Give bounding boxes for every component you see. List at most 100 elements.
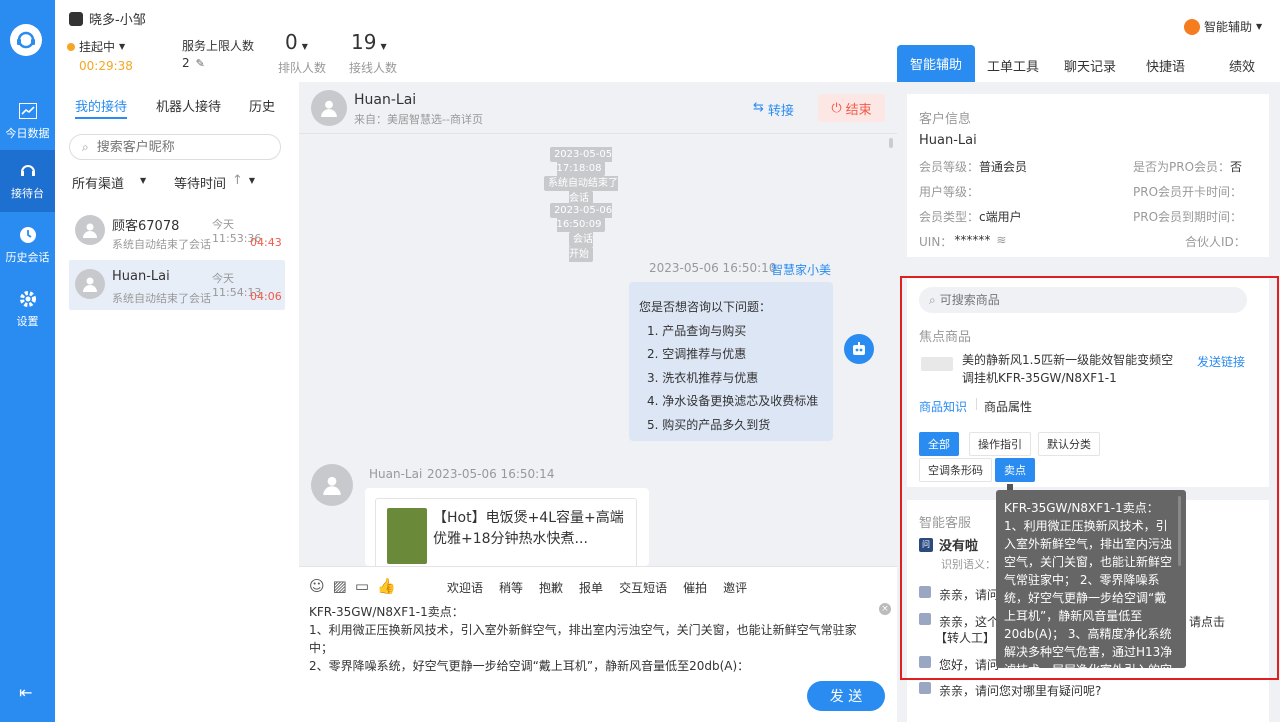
transfer-button[interactable]: ⇆ 转接	[753, 100, 794, 119]
nav-label: 今日数据	[5, 127, 50, 140]
chat-source: 来自：美居智慧选--商详页	[354, 113, 483, 126]
nav-reception[interactable]: 接待台	[0, 150, 55, 212]
tab-chat-history[interactable]: 聊天记录	[1064, 56, 1116, 75]
quick-link[interactable]: 欢迎语	[447, 579, 483, 596]
search-icon: ⌕	[82, 139, 89, 154]
status-dot-icon	[67, 42, 75, 51]
robot-icon	[844, 334, 874, 364]
member-type: c端用户	[979, 210, 1022, 224]
chat-scrollbar[interactable]	[889, 138, 893, 148]
status-dropdown[interactable]: 挂起中 ▼	[67, 38, 125, 55]
end-session-button[interactable]: ⏻ 结束	[818, 94, 885, 122]
composer: ☺ ▨ ▭ 👍 欢迎语 稍等 抱歉 报单 交互短语 催拍 邀评 KFR-35GW…	[299, 566, 897, 722]
quick-link[interactable]: 抱歉	[539, 579, 563, 596]
tab-performance[interactable]: 绩效	[1229, 56, 1255, 75]
uin-value: ******	[954, 233, 991, 247]
bot-message-time: 2023-05-06 16:50:10	[649, 261, 777, 275]
session-name: 顾客67078	[112, 219, 180, 234]
customer-info-title: 客户信息	[919, 112, 972, 127]
tab-history[interactable]: 历史	[249, 96, 275, 115]
quick-link[interactable]: 稍等	[499, 579, 523, 596]
nav-today-data[interactable]: 今日数据	[0, 90, 55, 152]
caret-down-icon: ▼	[301, 42, 308, 51]
bot-message-bubble: 您是否想咨询以下问题： 1. 产品查询与购买 2. 空调推荐与优惠 3. 洗衣机…	[629, 282, 833, 441]
caret-down-icon: ▼	[119, 42, 126, 51]
quick-link[interactable]: 邀评	[723, 579, 747, 596]
field-label: 会员类型：	[919, 210, 980, 224]
caret-down-icon: ▼	[380, 42, 387, 51]
field-label: 是否为PRO会员：	[1133, 160, 1231, 174]
quick-link[interactable]: 催拍	[683, 579, 707, 596]
tab-my-reception[interactable]: 我的接待	[75, 96, 127, 115]
connected-stat[interactable]: 19 ▼	[351, 30, 387, 54]
connected-label: 接线人数	[349, 61, 398, 75]
field-label: 会员等级：	[919, 160, 980, 174]
assistant-menu[interactable]: 智能辅助 ▼	[1184, 18, 1262, 35]
clear-input-icon[interactable]: ×	[879, 603, 891, 615]
field-label: 合伙人ID：	[1185, 235, 1246, 249]
send-button[interactable]: 发 送	[807, 681, 885, 711]
session-name: Huan-Lai	[112, 269, 170, 284]
eye-closed-icon[interactable]: ≋	[996, 233, 1006, 250]
field-label: PRO会员开卡时间：	[1133, 185, 1243, 199]
emoji-icon[interactable]: ☺	[309, 577, 325, 595]
bot-option: 5. 购买的产品多久到货	[647, 417, 771, 432]
is-pro-value: 否	[1230, 160, 1243, 174]
reply-item[interactable]: 亲亲，请问您对哪里有疑问呢?	[939, 682, 1101, 699]
search-input[interactable]	[96, 139, 257, 155]
input-line: KFR-35GW/N8XF1-1卖点：	[309, 605, 464, 619]
wait-time-sort[interactable]: 等待时间 ↑ ▼	[174, 173, 255, 192]
assistant-label: 智能辅助	[1204, 20, 1253, 34]
edit-icon[interactable]: ✎	[196, 57, 205, 70]
app-logo-icon	[10, 24, 42, 56]
folder-icon[interactable]: ▭	[355, 577, 369, 595]
end-label: 结束	[845, 102, 872, 118]
side-nav: 今日数据 接待台 历史会话 设置 ⇤	[0, 0, 55, 722]
chat-header: Huan-Lai 来自：美居智慧选--商详页 ⇆ 转接 ⏻ 结束	[299, 82, 897, 134]
bot-option: 4. 净水设备更换滤芯及收费标准	[647, 394, 819, 408]
tab-bot-reception[interactable]: 机器人接待	[156, 96, 221, 115]
gear-icon	[18, 289, 38, 309]
image-icon[interactable]: ▨	[333, 577, 347, 595]
tab-ticket-tool[interactable]: 工单工具	[987, 56, 1039, 75]
bot-name: 智慧家小美	[771, 263, 832, 277]
assistant-icon	[1184, 18, 1200, 35]
logout-icon[interactable]: ⇤	[19, 683, 32, 702]
queue-label: 排队人数	[278, 61, 327, 75]
thumbs-up-icon[interactable]: 👍	[377, 577, 396, 595]
tab-quick-phrases[interactable]: 快捷语	[1146, 56, 1185, 75]
agent-name: 晓多-小邹	[89, 13, 146, 28]
headset-icon	[18, 161, 38, 181]
channel-filter[interactable]: 所有渠道 ▼	[72, 173, 146, 192]
assistant-panel: 客户信息 Huan-Lai 会员等级：普通会员 是否为PRO会员：否 用户等级：…	[897, 82, 1280, 722]
message-input[interactable]: KFR-35GW/N8XF1-1卖点： 1、利用微正压换新风技术，引入室外新鲜空…	[309, 603, 879, 683]
system-message: 会话开始	[569, 232, 593, 262]
nav-settings[interactable]: 设置	[0, 278, 55, 340]
chat-customer-name: Huan-Lai	[354, 92, 417, 108]
customer-search[interactable]: ⌕	[69, 134, 281, 160]
caret-down-icon: ▼	[140, 176, 147, 185]
queue-stat[interactable]: 0 ▼	[285, 30, 308, 54]
session-wait: 04:43	[250, 236, 282, 249]
avatar	[311, 464, 353, 506]
tab-smart-assist[interactable]: 智能辅助	[897, 45, 975, 82]
field-label: UIN：	[919, 235, 953, 249]
bot-option: 1. 产品查询与购买	[647, 323, 747, 338]
product-card-text: 【Hot】电饭煲+4L容量+高端优雅+18分钟热水快煮...	[433, 510, 624, 547]
session-list-panel: 我的接待 机器人接待 历史 ⌕ 所有渠道 ▼ 等待时间 ↑ ▼ 顾客67078 …	[55, 82, 299, 722]
quick-link[interactable]: 报单	[579, 579, 603, 596]
list-item[interactable]: 顾客67078 今天 11:53:36 系统自动结束了会话 04:43	[69, 206, 285, 256]
list-item[interactable]: Huan-Lai 今天 11:54:13 系统自动结束了会话 04:06	[69, 260, 285, 310]
top-bar: 晓多-小邹 挂起中 ▼ 00:29:38 服务上限人数 2 ✎ 0 ▼ 排队人数…	[55, 0, 1280, 82]
clock-icon	[18, 225, 38, 245]
session-preview: 系统自动结束了会话	[112, 238, 211, 251]
nav-history-sessions[interactable]: 历史会话	[0, 214, 55, 276]
caret-down-icon: ▼	[1256, 22, 1263, 31]
product-card-message[interactable]: 【Hot】电饭煲+4L容量+高端优雅+18分钟热水快煮...	[365, 488, 649, 566]
quick-link[interactable]: 交互短语	[619, 579, 667, 596]
caret-down-icon: ▼	[248, 176, 256, 185]
customer-message-time: 2023-05-06 16:50:14	[427, 467, 555, 481]
agent-avatar	[69, 11, 83, 26]
power-icon: ⏻	[831, 100, 842, 116]
channel-filter-label: 所有渠道	[72, 177, 125, 192]
